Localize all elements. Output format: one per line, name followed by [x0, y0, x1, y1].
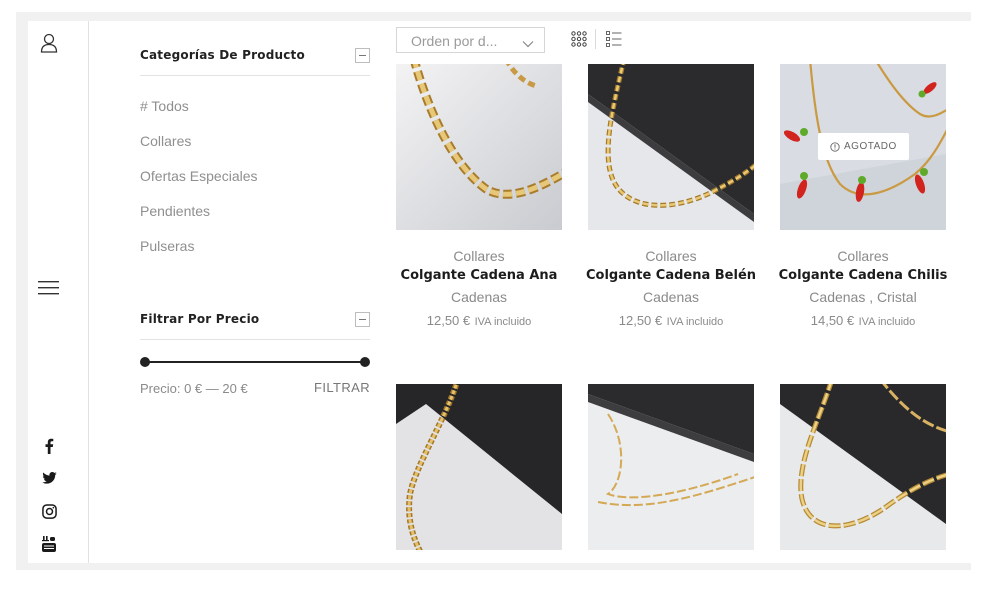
sold-out-badge: AGOTADO: [818, 133, 909, 160]
minus-icon: [359, 319, 366, 320]
product-subcategory: Cadenas: [450, 289, 508, 305]
grid-view-icon[interactable]: [571, 31, 587, 52]
sold-out-label: AGOTADO: [844, 141, 897, 152]
price-range-label: Precio: 0 € — 20 €: [140, 381, 248, 396]
user-icon[interactable]: [38, 32, 60, 54]
product-category: Collares: [453, 248, 505, 264]
product-category: Collares: [645, 248, 697, 264]
product-price: 12,50 € IVA incluido: [568, 312, 774, 330]
categories-title: Categorías De Producto: [140, 48, 305, 62]
product-image[interactable]: [780, 384, 946, 550]
filter-button[interactable]: FILTRAR: [314, 380, 370, 395]
price-widget-header: Filtrar Por Precio: [140, 306, 370, 340]
product-category: Collares: [837, 248, 889, 264]
product-subcategory: Cadenas , Cristal: [809, 289, 917, 305]
price-amount: 12,50 €: [426, 313, 471, 328]
categories-collapse-toggle[interactable]: [355, 48, 370, 63]
product-image[interactable]: [396, 64, 562, 230]
product-name[interactable]: Colgante Cadena Chilis: [758, 268, 968, 283]
category-item-collares[interactable]: Collares: [140, 133, 191, 149]
categories-widget-header: Categorías De Producto: [140, 42, 370, 76]
price-range-track: [145, 361, 365, 363]
price-max-handle[interactable]: [360, 357, 370, 367]
price-amount: 12,50 €: [618, 313, 663, 328]
menu-icon[interactable]: [38, 277, 60, 299]
icon-rail: [28, 21, 89, 563]
tax-note: IVA incluido: [858, 316, 916, 328]
category-item-pulseras[interactable]: Pulseras: [140, 238, 194, 254]
facebook-icon[interactable]: [38, 435, 60, 457]
list-view-icon[interactable]: [606, 31, 622, 52]
price-collapse-toggle[interactable]: [355, 312, 370, 327]
twitter-icon[interactable]: [38, 467, 60, 489]
minus-icon: [359, 55, 366, 56]
chevron-down-icon: [522, 35, 534, 53]
price-filter-title: Filtrar Por Precio: [140, 312, 260, 326]
product-subcategory: Cadenas: [642, 289, 700, 305]
youtube-icon[interactable]: [38, 533, 60, 555]
category-item-todos[interactable]: # Todos: [140, 98, 189, 114]
tax-note: IVA incluido: [474, 316, 532, 328]
price-min-handle[interactable]: [140, 357, 150, 367]
page-content: Categorías De Producto # Todos Collares …: [28, 21, 971, 563]
tax-note: IVA incluido: [666, 316, 724, 328]
product-image[interactable]: [588, 64, 754, 230]
product-image[interactable]: AGOTADO: [780, 64, 946, 230]
product-image[interactable]: [396, 384, 562, 550]
sort-select-value: Orden por d...: [411, 33, 498, 49]
product-price: 14,50 € IVA incluido: [760, 312, 966, 330]
info-icon: [830, 141, 840, 152]
category-item-pendientes[interactable]: Pendientes: [140, 203, 210, 219]
price-range-slider[interactable]: [140, 357, 370, 367]
price-amount: 14,50 €: [810, 313, 855, 328]
product-name[interactable]: Colgante Cadena Belén: [566, 268, 776, 283]
product-image[interactable]: [588, 384, 754, 550]
sort-select[interactable]: Orden por d...: [396, 27, 545, 53]
category-item-ofertas[interactable]: Ofertas Especiales: [140, 168, 258, 184]
product-name[interactable]: Colgante Cadena Ana: [374, 268, 584, 283]
view-toggle-divider: [595, 29, 596, 49]
instagram-icon[interactable]: [38, 500, 60, 522]
product-price: 12,50 € IVA incluido: [376, 312, 582, 330]
